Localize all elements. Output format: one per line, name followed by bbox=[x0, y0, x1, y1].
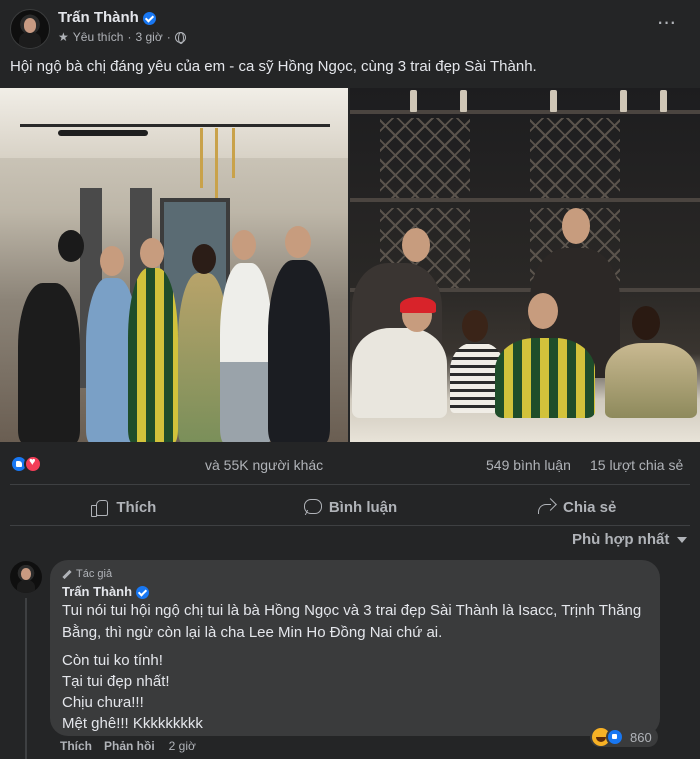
red-cap bbox=[400, 297, 436, 313]
person-1-head bbox=[58, 230, 84, 262]
share-arrow-icon bbox=[537, 498, 555, 516]
photo-rack bbox=[380, 118, 470, 198]
comment-author[interactable]: Trấn Thành bbox=[62, 584, 150, 600]
comment-button[interactable]: Bình luận bbox=[237, 490, 464, 524]
comment-label: Bình luận bbox=[328, 498, 398, 516]
person-3-head bbox=[140, 238, 164, 268]
photo-bottle bbox=[620, 90, 627, 112]
person-5 bbox=[220, 263, 272, 442]
person-front-4-head bbox=[632, 306, 660, 340]
like-label: Thích bbox=[116, 498, 157, 516]
like-reaction-icon bbox=[606, 728, 624, 746]
dot-separator: · bbox=[127, 30, 132, 44]
pendant-lamp bbox=[200, 128, 203, 188]
comment-line: Chịu chưa!!! bbox=[62, 694, 144, 711]
person-3 bbox=[128, 268, 178, 442]
post-time[interactable]: 3 giờ bbox=[135, 30, 162, 44]
person-front-4 bbox=[605, 343, 697, 418]
thumbs-up-icon bbox=[90, 498, 109, 517]
author-avatar[interactable] bbox=[10, 9, 50, 49]
verified-badge-icon bbox=[142, 11, 156, 25]
comment-like-link[interactable]: Thích bbox=[60, 739, 92, 753]
reaction-count[interactable]: và 55K người khác bbox=[205, 457, 323, 473]
author-name[interactable]: Trấn Thành bbox=[58, 9, 156, 26]
person-1 bbox=[18, 283, 80, 442]
post-meta: ★ Yêu thích · 3 giờ · bbox=[58, 30, 186, 44]
more-options-button[interactable]: ··· bbox=[652, 11, 680, 40]
comment-reaction-count: 860 bbox=[630, 729, 652, 745]
love-reaction-icon[interactable] bbox=[24, 455, 42, 473]
post-caption: Hội ngộ bà chị đáng yêu của em - ca sỹ H… bbox=[10, 58, 537, 75]
photo-bottle bbox=[550, 90, 557, 112]
comment-line: Tui nói tui hội ngộ chị tui là bà Hồng N… bbox=[62, 602, 642, 619]
photo-wine-bar-group-seated[interactable] bbox=[350, 88, 700, 442]
person-front-1 bbox=[352, 328, 447, 418]
comment-sort-dropdown[interactable]: Phù hợp nhất bbox=[572, 531, 688, 548]
share-count[interactable]: 15 lượt chia sẻ bbox=[590, 457, 683, 473]
commenter-avatar[interactable] bbox=[10, 561, 42, 593]
ceiling-fan bbox=[58, 130, 148, 136]
person-front-3-head bbox=[528, 293, 558, 329]
comment-line: Còn tui ko tính! bbox=[62, 652, 163, 669]
comment-time[interactable]: 2 giờ bbox=[169, 739, 196, 753]
photo-bottle bbox=[660, 90, 667, 112]
like-button[interactable]: Thích bbox=[10, 490, 237, 524]
photo-restaurant-group-standing[interactable] bbox=[0, 88, 348, 442]
comment-bubble-icon bbox=[303, 498, 322, 516]
comment-line: Mệt ghê!!! Kkkkkkkkk bbox=[62, 715, 203, 732]
dot-separator: · bbox=[166, 30, 171, 44]
person-4-head bbox=[192, 244, 216, 274]
star-icon: ★ bbox=[58, 30, 69, 44]
pendant-lamp bbox=[232, 128, 235, 178]
sort-label: Phù hợp nhất bbox=[572, 531, 670, 548]
pendant-lamp bbox=[215, 128, 218, 208]
action-bar: Thích Bình luận Chia sẻ bbox=[10, 490, 690, 524]
author-badge-label: Tác giả bbox=[76, 568, 113, 580]
comment-actions: Thích Phản hồi 2 giờ bbox=[60, 739, 196, 753]
person-front-2-head bbox=[462, 310, 488, 342]
comment-line: Bằng, thì ngừ còn lại là cha Lee Min Ho … bbox=[62, 624, 443, 641]
person-2-head bbox=[100, 246, 124, 276]
photo-shelf bbox=[350, 198, 700, 202]
person-6-head bbox=[285, 226, 311, 258]
person-6 bbox=[268, 260, 330, 442]
reactions-row: và 55K người khác 549 bình luận 15 lượt … bbox=[10, 455, 690, 475]
comment-count[interactable]: 549 bình luận bbox=[486, 457, 571, 473]
author-badge: Tác giả bbox=[62, 568, 112, 580]
person-back-left-head bbox=[402, 228, 430, 262]
person-front-3 bbox=[495, 338, 595, 418]
person-back-right-head bbox=[562, 208, 590, 244]
photo-beam bbox=[20, 124, 330, 127]
thread-line bbox=[25, 598, 27, 759]
person-5-head bbox=[232, 230, 256, 260]
comment-reply-link[interactable]: Phản hồi bbox=[104, 739, 155, 753]
share-label: Chia sẻ bbox=[563, 498, 617, 516]
photo-bottle bbox=[460, 90, 467, 112]
verified-badge-icon bbox=[136, 586, 150, 600]
chevron-down-icon bbox=[677, 537, 688, 544]
photo-ceiling bbox=[0, 88, 348, 158]
divider bbox=[10, 525, 690, 526]
comment-reactions[interactable]: 860 bbox=[590, 727, 658, 747]
follow-label[interactable]: Yêu thích bbox=[73, 30, 124, 44]
photo-rack bbox=[530, 118, 620, 198]
pencil-icon bbox=[62, 569, 72, 579]
post-header: Trấn Thành ★ Yêu thích · 3 giờ · ··· bbox=[0, 0, 700, 50]
photo-bottle bbox=[410, 90, 417, 112]
divider bbox=[10, 484, 690, 485]
author-name-text[interactable]: Trấn Thành bbox=[58, 9, 139, 26]
comment-bubble: Tác giả Trấn Thành Tui nói tui hội ngộ c… bbox=[50, 560, 660, 736]
photo-shelf bbox=[350, 110, 700, 114]
globe-icon bbox=[174, 31, 186, 44]
share-button[interactable]: Chia sẻ bbox=[463, 490, 690, 524]
comment-author-name[interactable]: Trấn Thành bbox=[62, 584, 132, 599]
comment-line: Tại tui đẹp nhất! bbox=[62, 673, 170, 690]
